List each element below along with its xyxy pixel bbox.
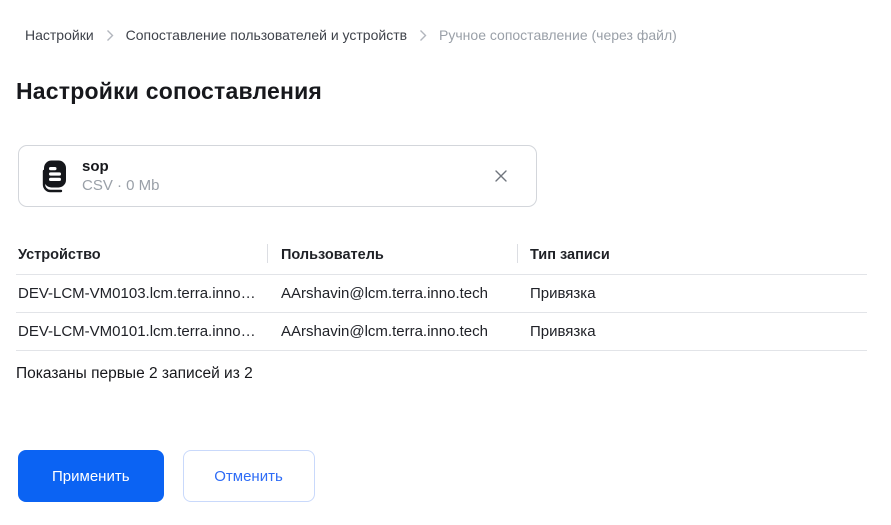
breadcrumb-item-mapping[interactable]: Сопоставление пользователей и устройств <box>126 27 407 44</box>
table-row: DEV-LCM-VM0103.lcm.terra.inno.tech AArsh… <box>16 275 867 313</box>
close-icon <box>492 170 510 188</box>
device-cell: DEV-LCM-VM0103.lcm.terra.inno.tech <box>18 285 267 302</box>
user-cell: AArshavin@lcm.terra.inno.tech <box>281 285 488 302</box>
table-header-row: Устройство Пользователь Тип записи <box>16 243 867 275</box>
column-header-user: Пользователь <box>267 243 517 275</box>
record-type-cell: Привязка <box>530 285 596 302</box>
breadcrumb: Настройки Сопоставление пользователей и … <box>0 0 891 44</box>
file-name: sop <box>82 157 109 175</box>
document-stack-icon <box>37 158 70 195</box>
breadcrumb-item-settings[interactable]: Настройки <box>25 27 94 44</box>
records-summary: Показаны первые 2 записей из 2 <box>16 365 253 382</box>
file-meta: CSV · 0 Mb <box>82 176 160 194</box>
breadcrumb-item-manual-mapping: Ручное сопоставление (через файл) <box>439 27 677 43</box>
user-cell: AArshavin@lcm.terra.inno.tech <box>281 323 488 340</box>
page-title: Настройки сопоставления <box>16 78 323 104</box>
remove-file-button[interactable] <box>488 163 514 189</box>
column-header-record-type: Тип записи <box>517 243 867 275</box>
record-type-cell: Привязка <box>530 323 596 340</box>
action-buttons: Применить Отменить <box>18 450 891 502</box>
chevron-right-icon <box>419 29 427 42</box>
cancel-button[interactable]: Отменить <box>182 450 315 502</box>
table-row: DEV-LCM-VM0101.lcm.terra.inno.tech AArsh… <box>16 313 867 351</box>
uploaded-file-card: sop CSV · 0 Mb <box>18 145 537 207</box>
file-info: sop CSV · 0 Mb <box>82 158 160 195</box>
mapping-table: Устройство Пользователь Тип записи DEV-L… <box>16 243 867 351</box>
device-cell: DEV-LCM-VM0101.lcm.terra.inno.tech <box>18 323 267 340</box>
apply-button[interactable]: Применить <box>18 450 164 502</box>
chevron-right-icon <box>106 29 114 42</box>
column-header-device: Устройство <box>18 247 101 263</box>
